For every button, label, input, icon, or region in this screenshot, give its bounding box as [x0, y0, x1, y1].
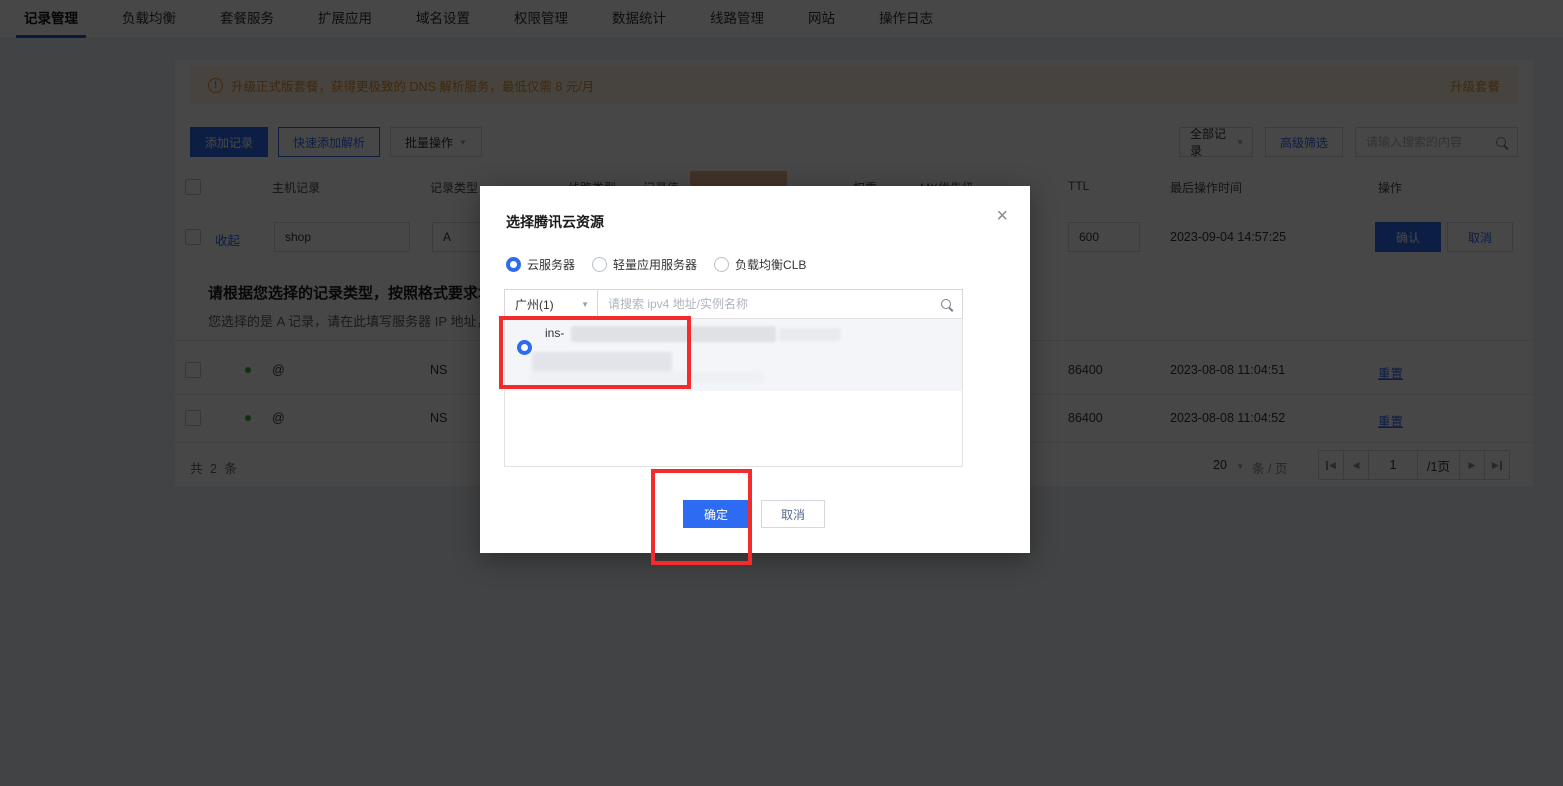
close-icon[interactable]: ×: [996, 206, 1008, 226]
instance-list-item[interactable]: ins-: [505, 319, 962, 391]
dialog-buttons: 确定 取消: [683, 500, 825, 528]
radio-clb[interactable]: 负载均衡CLB: [714, 256, 806, 273]
confirm-button[interactable]: 确定: [683, 500, 749, 528]
radio-selected-icon: [517, 340, 532, 355]
select-resource-dialog: 选择腾讯云资源 × 云服务器 轻量应用服务器 负载均衡CLB 广州(1) ▼: [480, 186, 1030, 553]
radio-icon: [592, 257, 607, 272]
redacted-text: [571, 326, 776, 342]
search-icon[interactable]: [940, 298, 954, 312]
instance-search-box: [597, 289, 963, 319]
instance-id-prefix: ins-: [545, 326, 564, 340]
cancel-button[interactable]: 取消: [761, 500, 825, 528]
screen: 记录管理 负载均衡 套餐服务 扩展应用 域名设置 权限管理 数据统计 线路管理 …: [0, 0, 1563, 786]
redacted-text: [779, 328, 841, 341]
chevron-down-icon: ▼: [581, 300, 589, 309]
resource-type-radios: 云服务器 轻量应用服务器 负载均衡CLB: [506, 256, 806, 273]
radio-selected-icon: [506, 257, 521, 272]
region-select[interactable]: 广州(1) ▼: [504, 289, 598, 319]
instance-search-input[interactable]: [598, 290, 962, 318]
instance-list: ins-: [504, 318, 963, 467]
radio-cvm[interactable]: 云服务器: [506, 256, 575, 273]
dialog-title: 选择腾讯云资源: [506, 212, 604, 232]
redacted-text: [529, 372, 764, 383]
radio-icon: [714, 257, 729, 272]
radio-lighthouse[interactable]: 轻量应用服务器: [592, 256, 697, 273]
redacted-text: [532, 352, 672, 372]
